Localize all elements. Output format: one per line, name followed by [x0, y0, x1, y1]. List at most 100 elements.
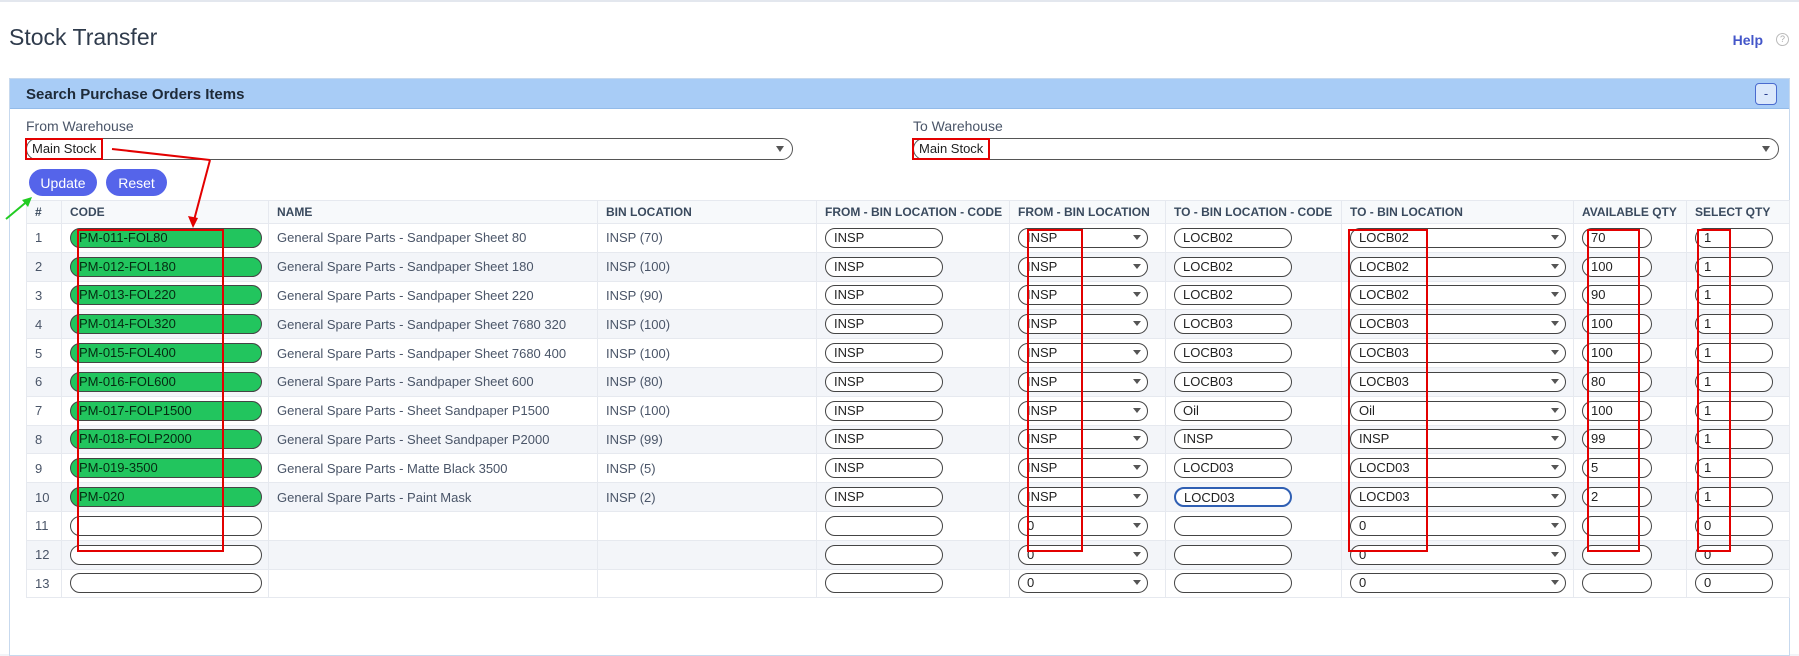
- to-bin-select[interactable]: LOCD03: [1350, 458, 1566, 479]
- available-qty-input[interactable]: 100: [1582, 256, 1652, 277]
- from-bin-code-input[interactable]: INSP: [825, 371, 943, 392]
- to-bin-code-input[interactable]: [1174, 544, 1292, 565]
- from-bin-code-input[interactable]: [825, 573, 943, 594]
- code-input[interactable]: PM-020: [70, 487, 262, 508]
- select-qty-input[interactable]: 1: [1695, 371, 1773, 392]
- from-bin-select[interactable]: INSP: [1018, 371, 1148, 392]
- to-bin-select[interactable]: Oil: [1350, 400, 1566, 421]
- from-bin-code-input[interactable]: [825, 544, 943, 565]
- to-bin-select[interactable]: LOCB02: [1350, 285, 1566, 306]
- from-bin-select[interactable]: 0: [1018, 544, 1148, 565]
- available-qty-input[interactable]: 100: [1582, 400, 1652, 421]
- code-input[interactable]: PM-014-FOL320: [70, 314, 262, 335]
- to-bin-select[interactable]: LOCB02: [1350, 227, 1566, 248]
- code-input[interactable]: PM-017-FOLP1500: [70, 400, 262, 421]
- to-bin-select[interactable]: LOCB03: [1350, 314, 1566, 335]
- select-qty-input[interactable]: 1: [1695, 285, 1773, 306]
- from-bin-code-input[interactable]: INSP: [825, 227, 943, 248]
- to-bin-code-input[interactable]: LOCB03: [1174, 371, 1292, 392]
- to-bin-code-input[interactable]: LOCD03: [1174, 458, 1292, 479]
- code-input[interactable]: PM-011-FOL80: [70, 227, 262, 248]
- bin-location-cell: INSP (100): [597, 395, 817, 426]
- to-bin-code-input[interactable]: Oil: [1174, 400, 1292, 421]
- available-qty-input[interactable]: 100: [1582, 343, 1652, 364]
- code-input[interactable]: PM-013-FOL220: [70, 285, 262, 306]
- to-bin-code-input[interactable]: LOCB03: [1174, 314, 1292, 335]
- select-qty-input[interactable]: 1: [1695, 227, 1773, 248]
- question-icon[interactable]: ?: [1776, 33, 1789, 46]
- update-button[interactable]: Update: [29, 169, 97, 196]
- to-bin-code-input[interactable]: LOCB02: [1174, 285, 1292, 306]
- to-bin-code-input[interactable]: LOCD03: [1174, 487, 1292, 508]
- from-bin-select[interactable]: INSP: [1018, 400, 1148, 421]
- to-bin-code-input[interactable]: LOCB02: [1174, 256, 1292, 277]
- code-input[interactable]: PM-012-FOL180: [70, 256, 262, 277]
- help-link[interactable]: Help: [1733, 32, 1763, 48]
- to-bin-select[interactable]: LOCB03: [1350, 343, 1566, 364]
- select-qty-input[interactable]: 1: [1695, 343, 1773, 364]
- select-qty-input[interactable]: 1: [1695, 487, 1773, 508]
- from-bin-select[interactable]: INSP: [1018, 285, 1148, 306]
- code-input[interactable]: PM-015-FOL400: [70, 343, 262, 364]
- from-bin-code-input[interactable]: [825, 515, 943, 536]
- select-qty-input[interactable]: 1: [1695, 458, 1773, 479]
- from-bin-code-input[interactable]: INSP: [825, 256, 943, 277]
- from-bin-code-input[interactable]: INSP: [825, 487, 943, 508]
- from-bin-select[interactable]: INSP: [1018, 458, 1148, 479]
- available-qty-input[interactable]: 100: [1582, 314, 1652, 335]
- available-qty-input[interactable]: 90: [1582, 285, 1652, 306]
- from-bin-select[interactable]: INSP: [1018, 314, 1148, 335]
- from-bin-select[interactable]: 0: [1018, 573, 1148, 594]
- from-bin-code-input[interactable]: INSP: [825, 314, 943, 335]
- code-input[interactable]: [70, 573, 262, 594]
- available-qty-input[interactable]: [1582, 573, 1652, 594]
- to-bin-code-input[interactable]: [1174, 573, 1292, 594]
- to-bin-select[interactable]: LOCB02: [1350, 256, 1566, 277]
- select-qty-input[interactable]: 0: [1695, 515, 1773, 536]
- from-bin-select[interactable]: INSP: [1018, 429, 1148, 450]
- select-qty-input[interactable]: 1: [1695, 256, 1773, 277]
- code-input[interactable]: PM-016-FOL600: [70, 371, 262, 392]
- from-warehouse-select[interactable]: Main Stock: [24, 138, 793, 160]
- from-bin-cell: INSP: [1009, 395, 1166, 426]
- code-input[interactable]: [70, 544, 262, 565]
- from-bin-select[interactable]: INSP: [1018, 256, 1148, 277]
- to-bin-code-input[interactable]: INSP: [1174, 429, 1292, 450]
- available-qty-input[interactable]: 70: [1582, 227, 1652, 248]
- from-bin-select[interactable]: INSP: [1018, 343, 1148, 364]
- code-input[interactable]: [70, 515, 262, 536]
- to-bin-select[interactable]: LOCB03: [1350, 371, 1566, 392]
- collapse-button[interactable]: -: [1755, 83, 1777, 105]
- from-bin-select[interactable]: INSP: [1018, 227, 1148, 248]
- reset-button[interactable]: Reset: [106, 169, 167, 196]
- available-qty-input[interactable]: 99: [1582, 429, 1652, 450]
- to-bin-select[interactable]: LOCD03: [1350, 487, 1566, 508]
- available-qty-input[interactable]: [1582, 515, 1652, 536]
- select-qty-input[interactable]: 1: [1695, 314, 1773, 335]
- to-bin-code-input[interactable]: [1174, 515, 1292, 536]
- from-bin-select[interactable]: INSP: [1018, 487, 1148, 508]
- available-qty-input[interactable]: 2: [1582, 487, 1652, 508]
- to-warehouse-select[interactable]: Main Stock: [911, 138, 1779, 160]
- select-qty-input[interactable]: 0: [1695, 544, 1773, 565]
- select-qty-input[interactable]: 1: [1695, 429, 1773, 450]
- to-bin-select[interactable]: 0: [1350, 515, 1566, 536]
- to-bin-code-input[interactable]: LOCB03: [1174, 343, 1292, 364]
- to-bin-select[interactable]: 0: [1350, 544, 1566, 565]
- from-bin-code-input[interactable]: INSP: [825, 343, 943, 364]
- code-input[interactable]: PM-018-FOLP2000: [70, 429, 262, 450]
- available-qty-input[interactable]: 80: [1582, 371, 1652, 392]
- from-bin-code-input[interactable]: INSP: [825, 285, 943, 306]
- to-bin-code-input[interactable]: LOCB02: [1174, 227, 1292, 248]
- from-bin-select[interactable]: 0: [1018, 515, 1148, 536]
- select-qty-input[interactable]: 0: [1695, 573, 1773, 594]
- to-bin-select[interactable]: INSP: [1350, 429, 1566, 450]
- available-qty-input[interactable]: 5: [1582, 458, 1652, 479]
- from-bin-code-input[interactable]: INSP: [825, 458, 943, 479]
- from-bin-code-input[interactable]: INSP: [825, 429, 943, 450]
- from-bin-code-input[interactable]: INSP: [825, 400, 943, 421]
- select-qty-input[interactable]: 1: [1695, 400, 1773, 421]
- available-qty-input[interactable]: [1582, 544, 1652, 565]
- to-bin-select[interactable]: 0: [1350, 573, 1566, 594]
- code-input[interactable]: PM-019-3500: [70, 458, 262, 479]
